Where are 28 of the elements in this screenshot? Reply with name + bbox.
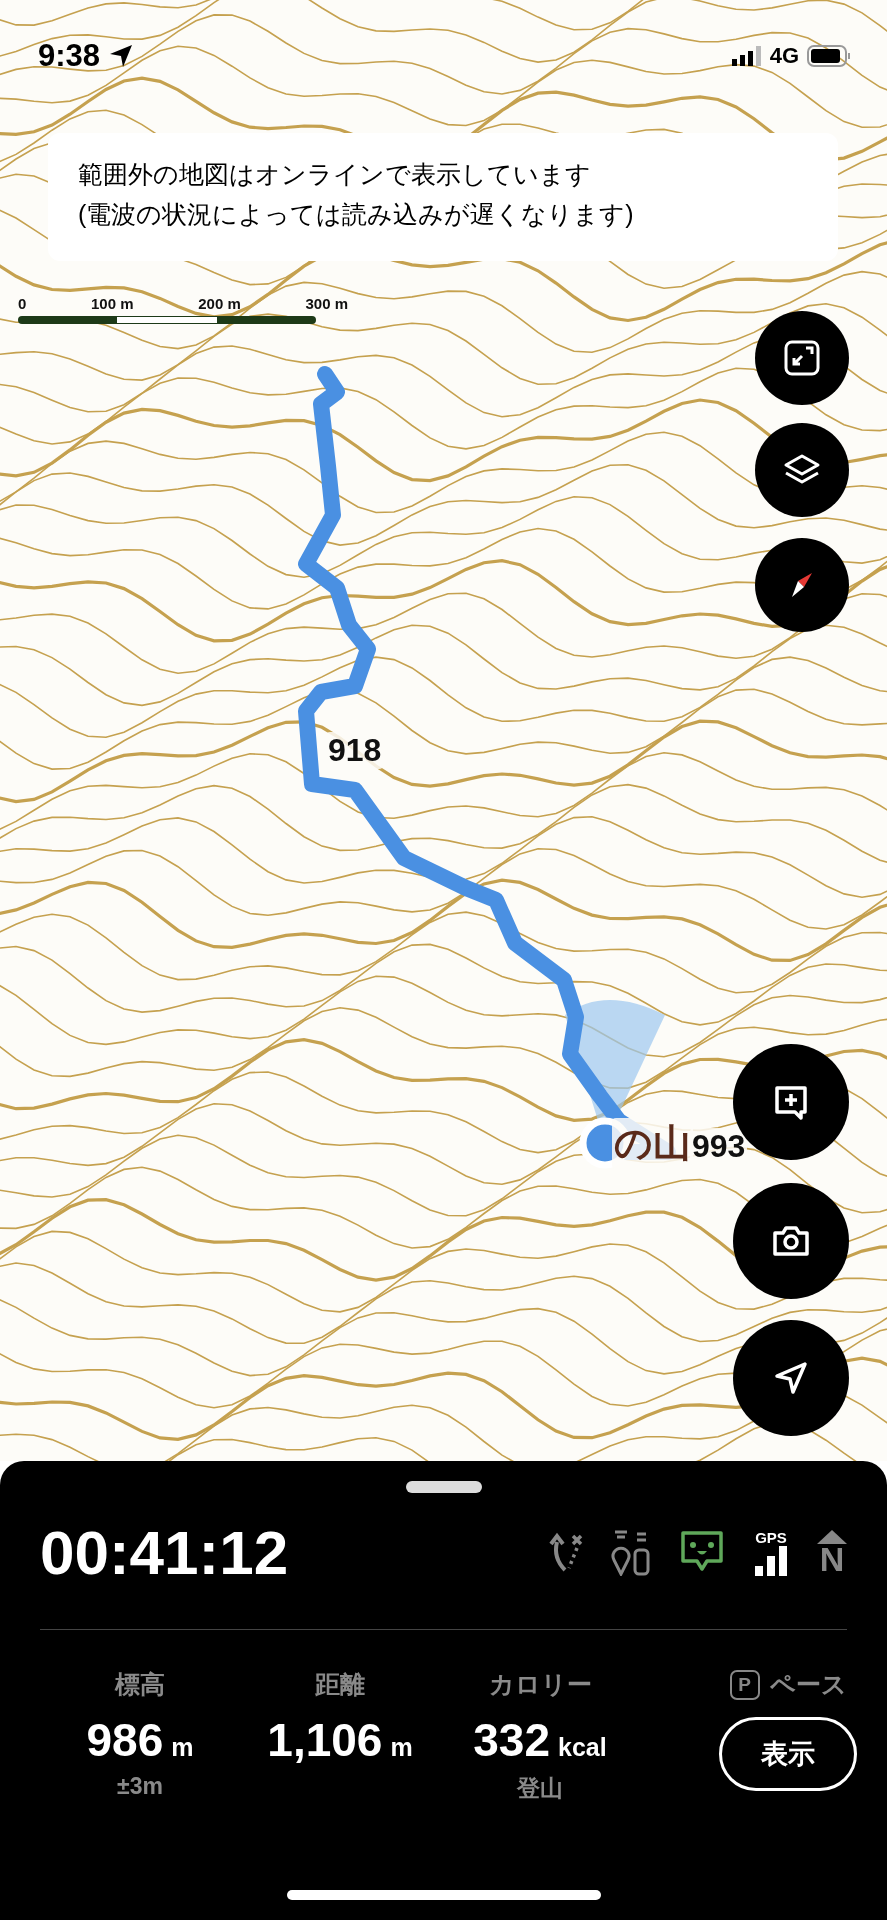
network-type: 4G (769, 43, 799, 69)
gps-label: GPS (755, 1528, 787, 1546)
stat-value: 986 (86, 1713, 164, 1767)
north-label: N (819, 1544, 845, 1574)
scale-label: 100 m (91, 295, 134, 312)
stat-sub-label: ±3m (117, 1773, 163, 1800)
elapsed-time: 00:41:12 (40, 1516, 289, 1588)
peak-name-label: の山 (612, 1118, 693, 1169)
notice-text: (電波の状況によっては読み込みが遅くなります) (78, 199, 635, 230)
stat-unit: m (171, 1733, 194, 1762)
stat-label: 標高 (115, 1669, 165, 1700)
clock-time: 9:38 (38, 38, 101, 74)
stat-unit: m (390, 1733, 413, 1762)
scale-label: 0 (18, 295, 27, 312)
show-button[interactable]: 表示 (719, 1717, 857, 1791)
pace-badge: P (729, 1669, 760, 1700)
stat-value: 332 (473, 1713, 551, 1767)
stat-sub-label: 登山 (517, 1774, 563, 1803)
stat-unit: kcal (558, 1733, 607, 1762)
stat-label: カロリー (488, 1669, 592, 1700)
stat-label: ペース (769, 1669, 847, 1700)
stat-value: 1,106 (267, 1713, 383, 1767)
elevation-label: 918 (326, 732, 384, 769)
notice-text: 範囲外の地図はオンラインで表示しています (78, 159, 592, 190)
scale-label: 200 m (198, 295, 241, 312)
stat-label: 距離 (315, 1669, 365, 1700)
scale-label: 300 m (305, 295, 348, 312)
map-view[interactable]: 9:38 4G 範囲外の地図はオンラインで表示しています (電波の状況によっては読み込みが遅くなります) 0 100 m 200 m 300 m 918 の山993 (0, 0, 887, 1461)
